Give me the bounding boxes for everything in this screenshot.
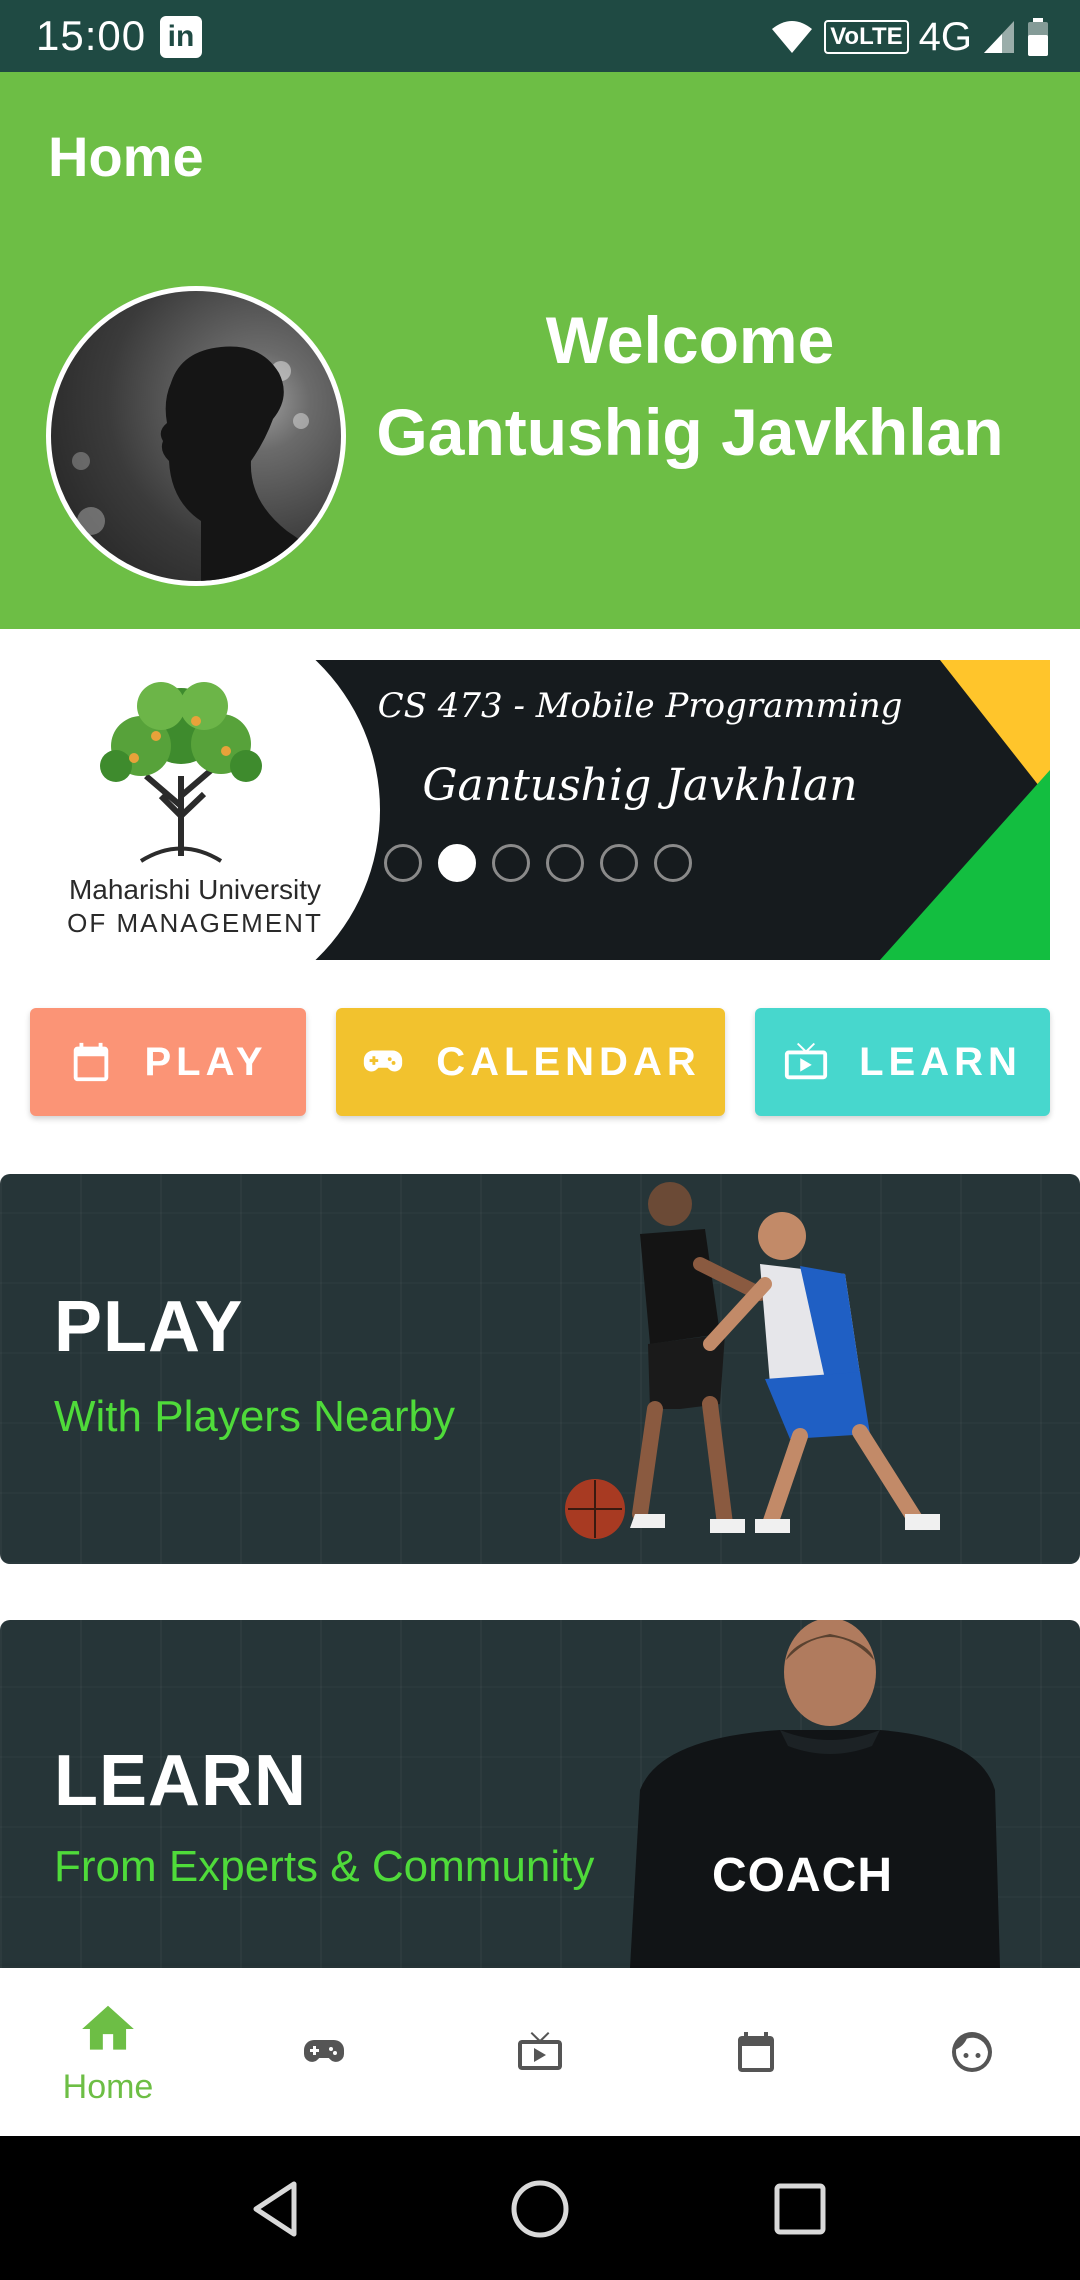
play-card-title: PLAY (54, 1287, 244, 1367)
carousel-dot[interactable] (546, 844, 584, 882)
carousel-dot[interactable] (492, 844, 530, 882)
home-circle-icon[interactable] (505, 2174, 575, 2244)
user-name: Gantushig Javkhlan (376, 395, 1004, 469)
learn-card-subtitle: From Experts & Community (54, 1842, 595, 1891)
back-icon[interactable] (242, 2174, 312, 2244)
carousel-indicator (384, 844, 692, 882)
avatar[interactable] (46, 286, 346, 586)
calendar-button[interactable]: CALENDAR (336, 1008, 725, 1116)
calendar-icon (738, 2032, 774, 2072)
network-type: 4G (918, 14, 972, 59)
tv-play-icon (785, 1042, 828, 1080)
status-bar: 15:00 in VoLTE 4G (0, 0, 1080, 72)
profile-silhouette-icon (72, 346, 341, 581)
bottom-navigation: Home (0, 1968, 1080, 2136)
signal-icon (984, 21, 1014, 53)
learn-card-title: LEARN (54, 1741, 307, 1821)
carousel-dot[interactable] (654, 844, 692, 882)
app-root: 15:00 in VoLTE 4G Home Welcome Gantushig… (0, 0, 1080, 2280)
status-time: 15:00 (36, 12, 147, 59)
basketball-players-illustration (565, 1182, 940, 1539)
nav-item-home[interactable]: Home (0, 1968, 216, 2136)
play-card-subtitle: With Players Nearby (54, 1392, 456, 1441)
linkedin-icon: in (160, 16, 202, 58)
university-name: Maharishi University (68, 874, 322, 905)
system-navigation-bar (0, 2136, 1080, 2280)
carousel-dot[interactable] (600, 844, 638, 882)
face-icon (952, 2032, 992, 2072)
university-subtitle: OF MANAGEMENT (67, 908, 323, 938)
calendar-button-label: CALENDAR (436, 1039, 701, 1084)
nav-item-label: Home (62, 2067, 154, 2106)
page-title: Home (48, 125, 204, 188)
carousel-dot[interactable] (384, 844, 422, 882)
status-indicators: VoLTE 4G (770, 14, 1050, 60)
nav-item-profile[interactable] (864, 1968, 1080, 2136)
gamepad-icon (364, 1050, 403, 1072)
welcome-message: Welcome Gantushig Javkhlan (370, 294, 1010, 478)
coach-shirt-text: COACH (712, 1849, 893, 1902)
learn-card[interactable]: LEARN From Experts & Community COACH (0, 1620, 1080, 1968)
play-card[interactable]: PLAY With Players Nearby (0, 1174, 1080, 1564)
play-button[interactable]: PLAY (30, 1008, 306, 1116)
university-tree-logo-icon (100, 682, 262, 863)
carousel-dot-active[interactable] (438, 844, 476, 882)
tv-play-icon (518, 2032, 562, 2070)
coach-illustration (630, 1620, 1000, 1968)
home-icon (82, 2005, 134, 2050)
learn-button-label: LEARN (859, 1039, 1022, 1084)
banner-student-name: Gantushig Javkhlan (422, 760, 858, 811)
nav-item-calendar[interactable] (648, 1968, 864, 2136)
nav-item-learn[interactable] (432, 1968, 648, 2136)
battery-icon (1028, 18, 1048, 56)
gamepad-icon (304, 2040, 344, 2062)
calendar-icon (74, 1042, 109, 1082)
learn-button[interactable]: LEARN (755, 1008, 1050, 1116)
wifi-icon (772, 21, 813, 53)
home-header: Home Welcome Gantushig Javkhlan (0, 72, 1080, 629)
recents-icon[interactable] (765, 2174, 835, 2244)
welcome-line: Welcome (545, 303, 835, 377)
banner-course-title: CS 473 - Mobile Programming (377, 686, 903, 726)
play-button-label: PLAY (144, 1039, 268, 1084)
volte-badge: VoLTE (824, 20, 909, 54)
nav-item-play[interactable] (216, 1968, 432, 2136)
banner-carousel[interactable]: Maharishi University OF MANAGEMENT CS 47… (30, 660, 1050, 960)
